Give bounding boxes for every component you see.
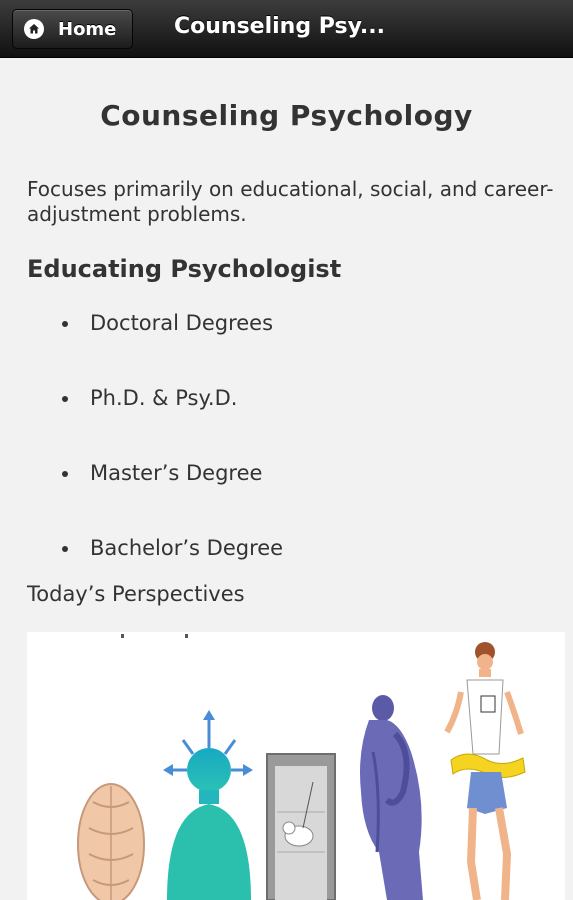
page-title: Counseling Psychology	[100, 99, 473, 132]
list-item: Master’s Degree	[62, 459, 542, 534]
mind-head-icon	[163, 710, 253, 900]
home-button-label: Home	[58, 18, 117, 40]
home-button[interactable]: Home	[12, 9, 133, 49]
header-bar: Home Counseling Psy...	[0, 0, 573, 58]
home-icon	[24, 19, 44, 39]
intro-text: Focuses primarily on educational, social…	[27, 177, 554, 226]
runner-icon	[444, 642, 526, 900]
bullet-icon	[62, 471, 68, 477]
skinner-box-icon	[266, 753, 336, 900]
header-title: Counseling Psy...	[174, 14, 385, 39]
bullet-icon	[62, 321, 68, 327]
perspectives-illustration	[27, 632, 565, 900]
main-content: Counseling Psychology Focuses primarily …	[0, 59, 573, 900]
degree-label: Ph.D. & Psy.D.	[90, 386, 238, 410]
brain-icon	[77, 783, 145, 900]
degree-list: Doctoral Degrees Ph.D. & Psy.D. Master’s…	[62, 309, 542, 609]
thinker-statue-icon	[360, 695, 423, 900]
bullet-icon	[62, 546, 68, 552]
list-item: Doctoral Degrees	[62, 309, 542, 384]
degree-label: Doctoral Degrees	[90, 311, 274, 335]
section-heading: Educating Psychologist	[27, 255, 342, 283]
list-item: Ph.D. & Psy.D.	[62, 384, 542, 459]
bullet-icon	[62, 396, 68, 402]
perspectives-label: Today’s Perspectives	[27, 582, 245, 606]
degree-label: Master’s Degree	[90, 461, 263, 485]
degree-label: Bachelor’s Degree	[90, 536, 284, 560]
